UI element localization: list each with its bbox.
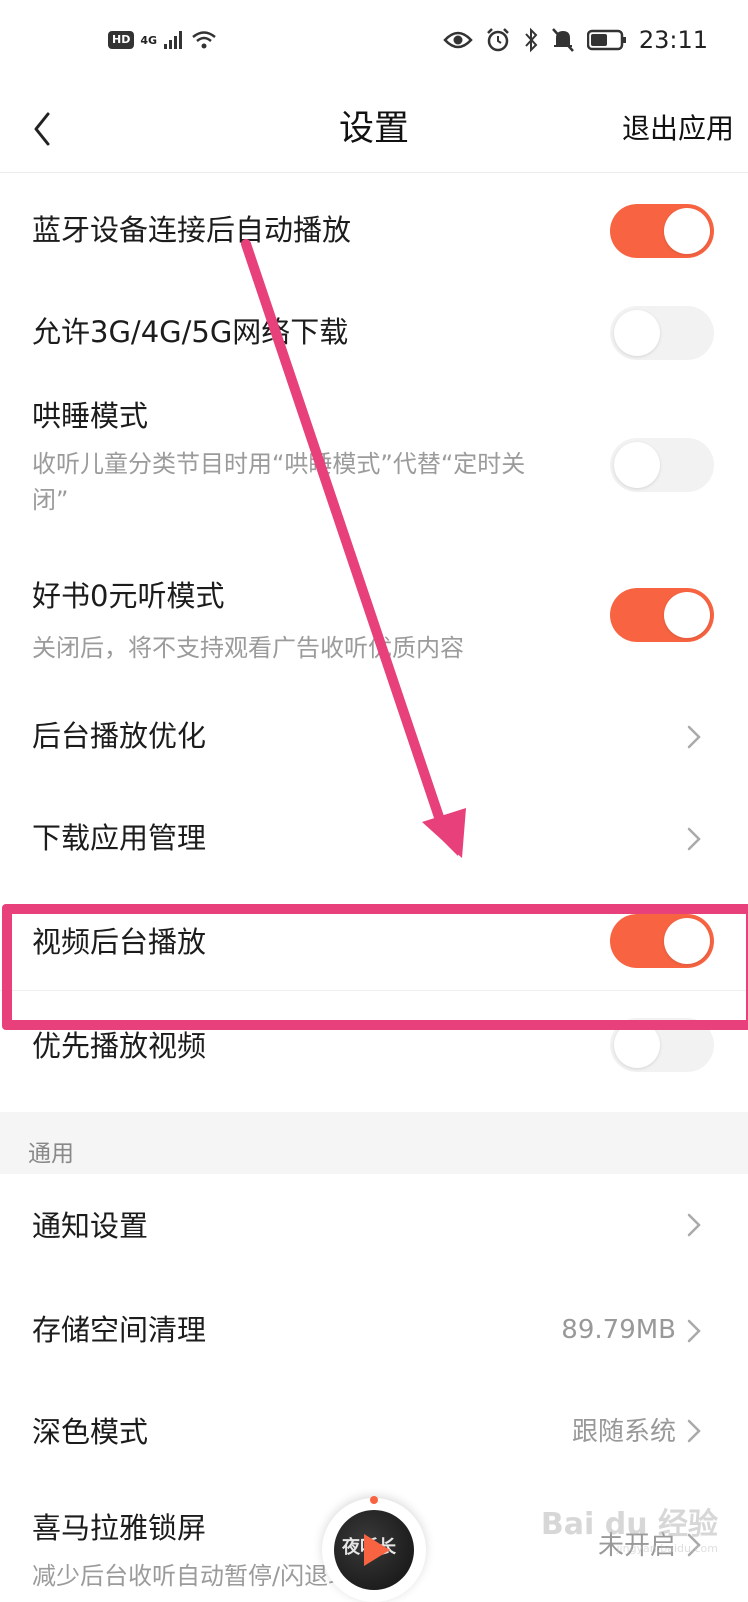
- setting-description: 收听儿童分类节目时用“哄睡模式”代替“定时关闭”: [32, 450, 526, 514]
- setting-row-video-background-play[interactable]: 视频后台播放: [0, 888, 748, 991]
- setting-label: 允许3G/4G/5G网络下载: [32, 315, 349, 349]
- play-icon: [364, 1534, 390, 1566]
- chevron-right-icon: [687, 1213, 701, 1237]
- back-button[interactable]: [26, 104, 66, 154]
- signal-icon: [164, 31, 183, 49]
- setting-label: 蓝牙设备连接后自动播放: [32, 213, 352, 247]
- hd-badge: HD: [108, 31, 135, 49]
- album-cover: 夜听长: [334, 1510, 414, 1590]
- setting-label: 喜马拉雅锁屏: [32, 1511, 207, 1545]
- dark-mode-value: 跟随系统: [571, 1417, 676, 1447]
- setting-label: 通知设置: [32, 1209, 149, 1243]
- toggle-knob: [614, 442, 660, 488]
- nav-bar: 设置 退出应用: [0, 86, 748, 173]
- toggle-knob: [664, 592, 710, 638]
- status-left: HD 4G: [108, 30, 217, 50]
- chevron-right-icon: [687, 827, 701, 851]
- toggle-knob: [614, 310, 660, 356]
- setting-row-background-optimize[interactable]: 后台播放优化: [0, 684, 748, 787]
- setting-description: 减少后台收听自动暂停/闪退现象: [32, 1562, 377, 1590]
- watermark: Bai du 经验 jingyan.baidu.com: [540, 1507, 718, 1556]
- setting-label: 哄睡模式: [32, 399, 149, 433]
- status-bar: HD 4G 23:11: [0, 0, 748, 86]
- alarm-icon: [486, 28, 509, 52]
- chevron-right-icon: [687, 1319, 701, 1343]
- setting-row-download-manager[interactable]: 下载应用管理: [0, 786, 748, 889]
- mute-bell-icon: [551, 28, 574, 52]
- setting-label: 下载应用管理: [32, 821, 207, 855]
- toggle-knob: [664, 918, 710, 964]
- setting-row-mobile-download[interactable]: 允许3G/4G/5G网络下载: [0, 282, 748, 385]
- clock: 23:11: [638, 26, 708, 54]
- chevron-right-icon: [687, 725, 701, 749]
- bluetooth-autoplay-toggle[interactable]: [610, 204, 714, 258]
- prefer-video-toggle[interactable]: [610, 1018, 714, 1072]
- setting-label: 好书0元听模式: [32, 579, 225, 613]
- setting-row-bluetooth-autoplay[interactable]: 蓝牙设备连接后自动播放: [0, 180, 748, 283]
- setting-label: 存储空间清理: [32, 1313, 207, 1347]
- section-title: 通用: [28, 1141, 74, 1167]
- status-right: 23:11: [443, 26, 708, 54]
- eye-icon: [443, 31, 473, 49]
- setting-label: 深色模式: [32, 1415, 149, 1449]
- chevron-left-icon: [34, 112, 50, 146]
- video-background-play-toggle[interactable]: [610, 914, 714, 968]
- toggle-knob: [614, 1022, 660, 1068]
- chevron-right-icon: [687, 1419, 701, 1443]
- battery-icon: [586, 29, 626, 51]
- watermark-url: jingyan.baidu.com: [616, 1542, 718, 1555]
- setting-row-notifications[interactable]: 通知设置: [0, 1174, 748, 1277]
- player-progress-dot: [370, 1496, 378, 1504]
- sleep-mode-toggle[interactable]: [610, 438, 714, 492]
- setting-label: 优先播放视频: [32, 1029, 207, 1063]
- storage-size-value: 89.79MB: [561, 1315, 676, 1345]
- setting-row-sleep-mode[interactable]: 哄睡模式 收听儿童分类节目时用“哄睡模式”代替“定时关闭”: [0, 384, 748, 547]
- setting-row-free-book-mode[interactable]: 好书0元听模式 关闭后，将不支持观看广告收听优质内容: [0, 546, 748, 685]
- bluetooth-icon: [525, 27, 538, 53]
- watermark-text: Bai du 经验: [540, 1507, 718, 1542]
- network-type: 4G: [140, 33, 158, 47]
- setting-label: 后台播放优化: [32, 719, 207, 753]
- setting-label: 视频后台播放: [32, 925, 207, 959]
- mobile-download-toggle[interactable]: [610, 306, 714, 360]
- exit-app-button[interactable]: 退出应用: [622, 104, 734, 154]
- setting-description: 关闭后，将不支持观看广告收听优质内容: [32, 634, 464, 662]
- mini-player-button[interactable]: 夜听长: [322, 1496, 426, 1602]
- setting-row-storage-cleanup[interactable]: 存储空间清理 89.79MB: [0, 1276, 748, 1381]
- free-book-mode-toggle[interactable]: [610, 588, 714, 642]
- setting-row-prefer-video[interactable]: 优先播放视频: [0, 1000, 748, 1112]
- toggle-knob: [664, 208, 710, 254]
- setting-row-dark-mode[interactable]: 深色模式 跟随系统: [0, 1380, 748, 1483]
- wifi-icon: [192, 31, 216, 49]
